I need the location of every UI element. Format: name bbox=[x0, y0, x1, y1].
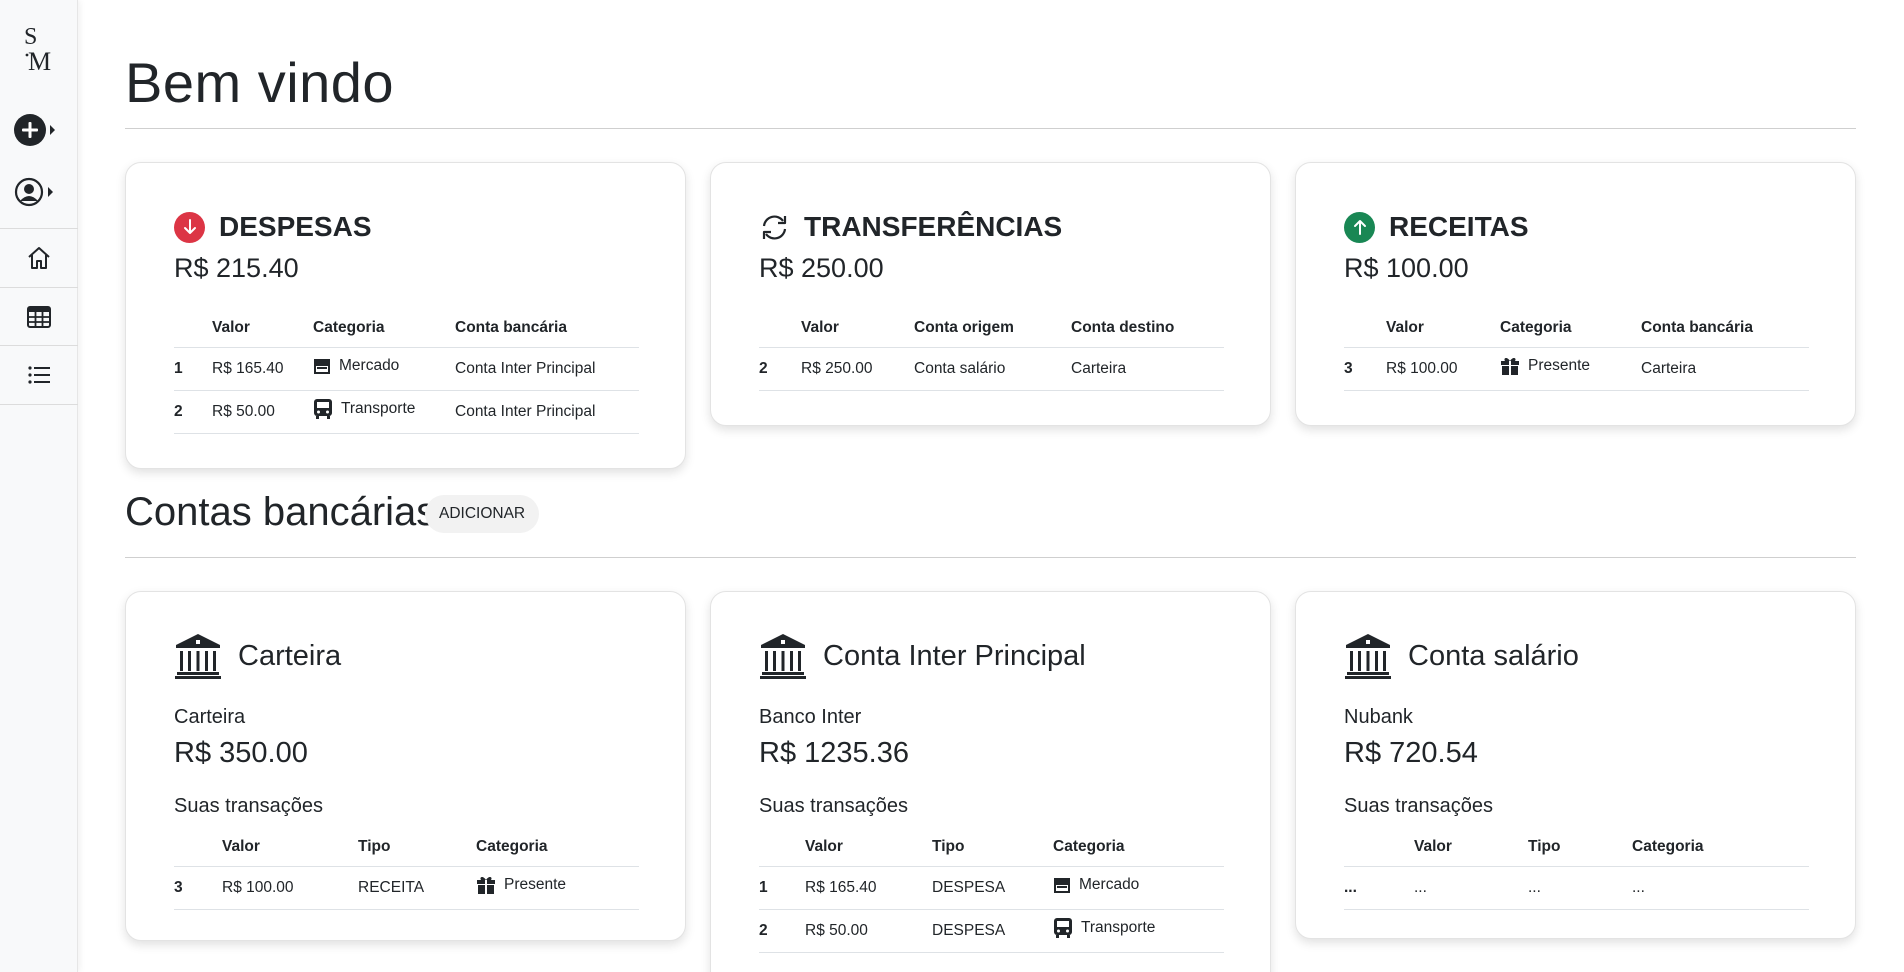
transferencias-table: Valor Conta origem Conta destino 2 R$ 25… bbox=[759, 309, 1224, 391]
table-row[interactable]: 2 R$ 250.00 Conta salário Carteira bbox=[759, 347, 1224, 391]
account-name: Conta Inter Principal bbox=[823, 639, 1086, 672]
table-row[interactable]: 3 R$ 100.00 RECEITA Presente bbox=[174, 866, 639, 910]
col-conta-bancaria: Conta bancária bbox=[1641, 309, 1809, 348]
sidebar-divider bbox=[0, 404, 78, 405]
bank-icon bbox=[1345, 634, 1391, 679]
transferencias-amount: R$ 250.00 bbox=[759, 253, 884, 283]
col-categoria: Categoria bbox=[476, 828, 639, 867]
col-tipo: Tipo bbox=[1528, 828, 1632, 867]
col-conta-bancaria: Conta bancária bbox=[455, 309, 639, 348]
col-valor: Valor bbox=[1414, 828, 1528, 867]
section-divider bbox=[125, 557, 1856, 558]
receitas-card: RECEITAS R$ 100.00 Valor Categoria Conta… bbox=[1295, 162, 1856, 426]
col-categoria: Categoria bbox=[1500, 309, 1641, 348]
col-valor: Valor bbox=[1386, 309, 1500, 348]
despesas-header: DESPESAS bbox=[174, 211, 372, 243]
transactions-label: Suas transações bbox=[759, 795, 908, 817]
bus-icon bbox=[314, 399, 332, 419]
title-divider bbox=[125, 128, 1856, 129]
receitas-table: Valor Categoria Conta bancária 3 R$ 100.… bbox=[1344, 309, 1809, 391]
account-balance: R$ 350.00 bbox=[174, 737, 308, 769]
home-icon bbox=[28, 247, 50, 269]
user-menu-button[interactable] bbox=[14, 174, 60, 210]
table-row[interactable]: 3 R$ 100.00 Presente Carteira bbox=[1344, 347, 1809, 391]
table-row[interactable]: 1 R$ 165.40 DESPESA Mercado bbox=[759, 866, 1224, 910]
bus-icon bbox=[1054, 918, 1072, 938]
account-card-inter: Conta Inter Principal Banco Inter R$ 123… bbox=[710, 591, 1271, 972]
col-valor: Valor bbox=[805, 828, 932, 867]
col-categoria: Categoria bbox=[1053, 828, 1224, 867]
brand-logo[interactable]: S M bbox=[16, 22, 56, 78]
refresh-icon bbox=[762, 214, 787, 240]
arrow-up-circle-icon bbox=[1344, 211, 1375, 243]
table-row[interactable]: 2 R$ 50.00 Transporte Conta Inter Princi… bbox=[174, 390, 639, 434]
col-conta-origem: Conta origem bbox=[914, 309, 1071, 348]
gift-icon bbox=[477, 876, 495, 894]
account-name: Carteira bbox=[238, 639, 342, 672]
plus-circle-icon bbox=[14, 114, 46, 146]
col-tipo: Tipo bbox=[358, 828, 476, 867]
store-icon bbox=[1054, 878, 1070, 893]
despesas-table: Valor Categoria Conta bancária 1 R$ 165.… bbox=[174, 309, 639, 434]
sidebar-divider bbox=[0, 228, 78, 229]
transferencias-header: TRANSFERÊNCIAS bbox=[759, 211, 1062, 243]
nav-list[interactable] bbox=[0, 347, 78, 403]
receitas-title: RECEITAS bbox=[1389, 211, 1529, 242]
arrow-down-circle-icon bbox=[174, 211, 205, 243]
table-row[interactable]: 1 R$ 165.40 Mercado Conta Inter Principa… bbox=[174, 347, 639, 391]
despesas-amount: R$ 215.40 bbox=[174, 253, 299, 283]
transactions-label: Suas transações bbox=[174, 795, 323, 817]
transferencias-card: TRANSFERÊNCIAS R$ 250.00 Valor Conta ori… bbox=[710, 162, 1271, 426]
nav-table[interactable] bbox=[0, 289, 78, 345]
sidebar: S M bbox=[0, 0, 78, 972]
add-menu-button[interactable] bbox=[14, 112, 60, 148]
user-circle-icon bbox=[14, 177, 44, 207]
account-transactions-table: Valor Tipo Categoria 3 R$ 100.00 RECEITA… bbox=[174, 828, 639, 910]
gift-icon bbox=[1501, 357, 1519, 375]
account-card-carteira: Carteira Carteira R$ 350.00 Suas transaç… bbox=[125, 591, 686, 941]
svg-text:M: M bbox=[28, 47, 51, 76]
col-categoria: Categoria bbox=[313, 309, 455, 348]
bank-icon bbox=[175, 634, 221, 679]
col-categoria: Categoria bbox=[1632, 828, 1809, 867]
table-icon bbox=[27, 306, 51, 328]
table-row: ... ... ... ... bbox=[1344, 866, 1809, 910]
despesas-card: DESPESAS R$ 215.40 Valor Categoria Conta… bbox=[125, 162, 686, 469]
receitas-amount: R$ 100.00 bbox=[1344, 253, 1469, 283]
caret-right-icon bbox=[50, 125, 55, 135]
transactions-label: Suas transações bbox=[1344, 795, 1493, 817]
receitas-header: RECEITAS bbox=[1344, 211, 1529, 243]
account-bank: Nubank bbox=[1344, 706, 1413, 728]
col-valor: Valor bbox=[212, 309, 313, 348]
account-balance: R$ 1235.36 bbox=[759, 737, 909, 769]
despesas-title: DESPESAS bbox=[219, 211, 372, 242]
accounts-section-title: Contas bancárias bbox=[125, 490, 437, 534]
col-valor: Valor bbox=[801, 309, 914, 348]
account-transactions-table: Valor Tipo Categoria ... ... ... ... bbox=[1344, 828, 1809, 910]
account-header: Carteira bbox=[174, 632, 341, 680]
account-name: Conta salário bbox=[1408, 639, 1579, 672]
bank-icon bbox=[760, 634, 806, 679]
transferencias-title: TRANSFERÊNCIAS bbox=[804, 211, 1063, 242]
sidebar-divider bbox=[0, 287, 78, 288]
col-tipo: Tipo bbox=[932, 828, 1053, 867]
account-card-salario: Conta salário Nubank R$ 720.54 Suas tran… bbox=[1295, 591, 1856, 939]
account-header: Conta salário bbox=[1344, 632, 1579, 680]
account-balance: R$ 720.54 bbox=[1344, 737, 1478, 769]
nav-home[interactable] bbox=[0, 230, 78, 286]
caret-right-icon bbox=[48, 187, 53, 197]
page-title: Bem vindo bbox=[125, 51, 395, 114]
table-row[interactable]: 2 R$ 50.00 DESPESA Transporte bbox=[759, 909, 1224, 953]
add-account-button[interactable]: ADICIONAR bbox=[425, 495, 540, 533]
account-bank: Banco Inter bbox=[759, 706, 862, 728]
col-conta-destino: Conta destino bbox=[1071, 309, 1224, 348]
list-icon bbox=[28, 366, 50, 384]
account-bank: Carteira bbox=[174, 706, 246, 728]
account-header: Conta Inter Principal bbox=[759, 632, 1086, 680]
store-icon bbox=[314, 359, 330, 374]
sidebar-divider bbox=[0, 345, 78, 346]
col-valor: Valor bbox=[222, 828, 358, 867]
account-transactions-table: Valor Tipo Categoria 1 R$ 165.40 DESPESA… bbox=[759, 828, 1224, 953]
